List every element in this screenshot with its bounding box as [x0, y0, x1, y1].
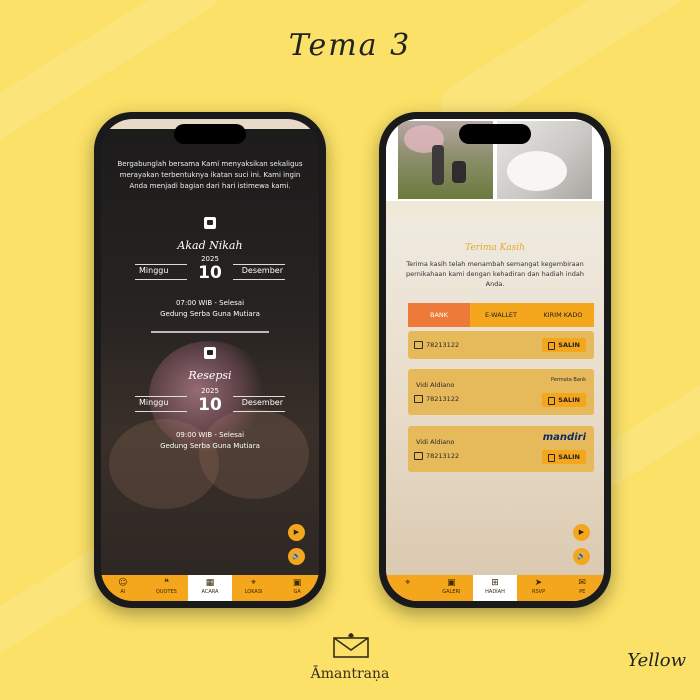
gift-icon: ⊞	[491, 578, 499, 588]
camera-notch	[174, 124, 246, 144]
nav-label: AI	[120, 589, 126, 595]
page-title: Tema 3	[288, 28, 412, 63]
akad-venue: Gedung Serba Guna Mutiara	[160, 310, 260, 318]
chat-icon: ✉	[578, 578, 586, 588]
phone-left: Bergabunglah bersama Kami menyaksikan se…	[94, 112, 326, 608]
person-standing	[432, 145, 444, 185]
intro-text: Bergabunglah bersama Kami menyaksikan se…	[117, 160, 303, 190]
calendar-location-icon	[204, 347, 216, 359]
nav-item-ai[interactable]: ☺ AI	[101, 575, 145, 601]
right-screen: Terima Kasih Terima kasih telah menambah…	[386, 119, 604, 601]
nav-label: RSVP	[532, 589, 546, 595]
resepsi-year: 2025	[201, 387, 219, 395]
tab-kirim-kado[interactable]: KIRIM KADO	[532, 303, 594, 327]
bank-logo: Permata Bank	[551, 377, 586, 383]
nav-label: GALERI	[442, 589, 461, 595]
bottom-nav: ⌖ ▣ GALERI ⊞ HADIAH ➤ RSVP ✉ PE	[386, 575, 604, 601]
copy-button[interactable]: SALIN	[542, 338, 586, 352]
bank-card: 78213122 SALIN	[408, 331, 594, 359]
card-icon	[414, 395, 423, 403]
section-divider	[151, 331, 269, 333]
tab-bank[interactable]: BANK	[408, 303, 470, 327]
person-kneeling	[452, 161, 466, 183]
nav-item-hadiah[interactable]: ⊞ HADIAH	[473, 575, 517, 601]
calendar-heart-icon	[204, 217, 216, 229]
resepsi-venue: Gedung Serba Guna Mutiara	[160, 442, 260, 450]
akad-date: Minggu 2025 10 Desember	[101, 255, 319, 289]
nav-label: LOKASI	[244, 589, 263, 595]
sound-button[interactable]: 🔊	[288, 548, 305, 565]
thanks-title: Terima Kasih	[465, 243, 525, 253]
copy-button[interactable]: SALIN	[542, 450, 586, 464]
phone-right: Terima Kasih Terima kasih telah menambah…	[379, 112, 611, 608]
nav-item-galeri[interactable]: ▣ GA	[275, 575, 319, 601]
account-number: 78213122	[426, 341, 460, 349]
nav-label: QUOTES	[155, 589, 177, 595]
brand-name: Āmantraṇa	[310, 666, 390, 682]
card-icon	[414, 341, 423, 349]
sound-button[interactable]: 🔊	[573, 548, 590, 565]
camera-notch	[459, 124, 531, 144]
resepsi-day: 10	[198, 395, 222, 415]
nav-item-lokasi[interactable]: ⌖ LOKASI	[232, 575, 276, 601]
nav-item-pesan[interactable]: ✉ PE	[560, 575, 604, 601]
akad-day: 10	[198, 263, 222, 283]
nav-label: PE	[579, 589, 586, 595]
calendar-icon: ▦	[205, 578, 215, 588]
bottom-nav: ☺ AI ❝ QUOTES ▦ ACARA ⌖ LOKASI ▣ GA	[101, 575, 319, 601]
account-number: 78213122	[426, 452, 460, 460]
location-icon: ⌖	[405, 578, 411, 588]
resepsi-title: Resepsi	[188, 369, 232, 382]
gallery-icon: ▣	[292, 578, 302, 588]
card-icon	[414, 452, 423, 460]
gallery-icon: ▣	[447, 578, 456, 588]
akad-month: Desember	[241, 266, 283, 275]
nav-label: GA	[293, 589, 301, 595]
location-icon: ⌖	[251, 578, 257, 588]
account-number: 78213122	[426, 395, 460, 403]
left-screen: Bergabunglah bersama Kami menyaksikan se…	[101, 119, 319, 601]
nav-item-acara[interactable]: ▦ ACARA	[188, 575, 232, 601]
account-owner: Vidi Aldiano	[416, 438, 455, 446]
play-button[interactable]: ▶	[573, 524, 590, 541]
resepsi-month: Desember	[241, 398, 283, 407]
bank-logo: mandiri	[542, 432, 586, 443]
person-icon: ☺	[118, 578, 128, 588]
quote-icon: ❝	[163, 578, 169, 588]
nav-item-galeri[interactable]: ▣ GALERI	[430, 575, 474, 601]
play-button[interactable]: ▶	[288, 524, 305, 541]
tab-e-wallet[interactable]: E-WALLET	[470, 303, 532, 327]
nav-label: ACARA	[201, 589, 219, 595]
dress-decor	[507, 151, 567, 191]
resepsi-time: 09:00 WIB - Selesai	[175, 431, 245, 439]
nav-item-rsvp[interactable]: ➤ RSVP	[517, 575, 561, 601]
theme-label: Yellow	[627, 650, 686, 671]
copy-button[interactable]: SALIN	[542, 393, 586, 407]
gift-tabs: BANK E-WALLET KIRIM KADO	[408, 303, 594, 327]
thanks-text: Terima kasih telah menambah semangat keg…	[406, 260, 584, 288]
bank-card: Vidi Aldiano mandiri 78213122 SALIN	[408, 426, 594, 472]
nav-item-lokasi[interactable]: ⌖	[386, 575, 430, 601]
akad-time: 07:00 WIB - Selesai	[175, 299, 245, 307]
akad-year: 2025	[201, 255, 219, 263]
envelope-logo-icon	[333, 633, 369, 658]
akad-title: Akad Nikah	[177, 239, 243, 252]
send-icon: ➤	[534, 578, 543, 588]
account-owner: Vidi Aldiano	[416, 381, 455, 389]
bank-card: Vidi Aldiano Permata Bank 78213122 SALIN	[408, 369, 594, 415]
nav-item-quotes[interactable]: ❝ QUOTES	[145, 575, 189, 601]
nav-label: HADIAH	[485, 589, 505, 595]
resepsi-date: Minggu 2025 10 Desember	[101, 387, 319, 421]
